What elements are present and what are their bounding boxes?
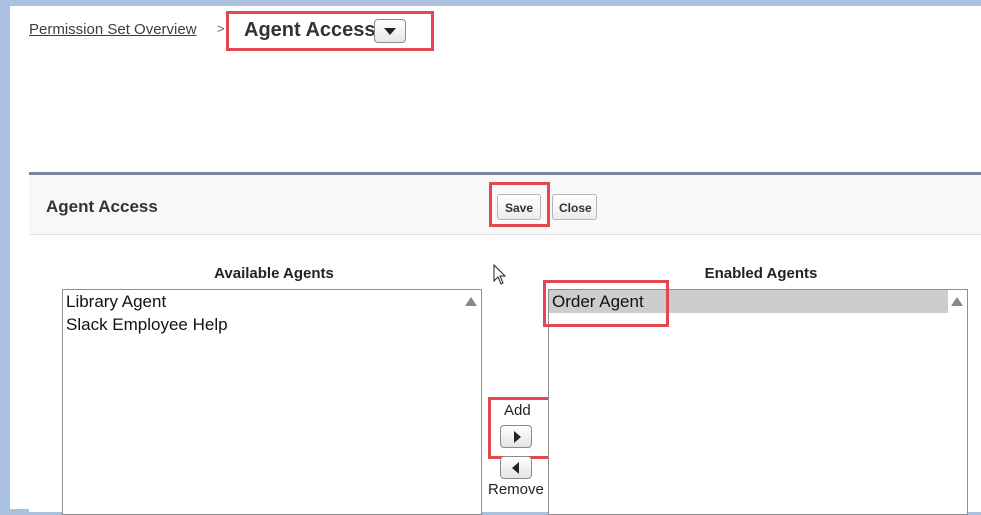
selected-item-highlight: [543, 280, 669, 327]
chevron-down-icon: [384, 28, 396, 35]
available-agents-label: Available Agents: [214, 265, 334, 282]
list-item[interactable]: Library Agent: [63, 290, 481, 313]
close-button[interactable]: Close: [552, 194, 597, 220]
list-item[interactable]: Slack Employee Help: [63, 313, 481, 336]
agent-access-panel: Agent Access Save Close Available Agents…: [29, 172, 981, 515]
title-dropdown-button[interactable]: [374, 19, 406, 43]
page-sheet: Permission Set Overview > Agent Access A…: [10, 6, 981, 515]
breadcrumb-parent-link[interactable]: Permission Set Overview: [29, 21, 197, 38]
available-agents-listbox[interactable]: Library Agent Slack Employee Help: [62, 289, 482, 515]
mouse-pointer-icon: [493, 264, 507, 285]
remove-label: Remove: [488, 481, 544, 498]
panel-header: Agent Access Save Close: [29, 175, 981, 235]
scroll-up-icon[interactable]: [465, 297, 477, 306]
page-title: Agent Access: [244, 19, 376, 41]
enabled-agents-label: Enabled Agents: [704, 265, 818, 282]
remove-button[interactable]: [500, 456, 532, 479]
save-button[interactable]: Save: [497, 194, 541, 220]
arrow-left-icon: [512, 462, 519, 474]
add-button[interactable]: [500, 425, 532, 448]
scroll-up-icon[interactable]: [951, 297, 963, 306]
arrow-right-icon: [514, 431, 521, 443]
panel-title: Agent Access: [46, 197, 158, 216]
breadcrumb-separator: >: [217, 21, 225, 36]
